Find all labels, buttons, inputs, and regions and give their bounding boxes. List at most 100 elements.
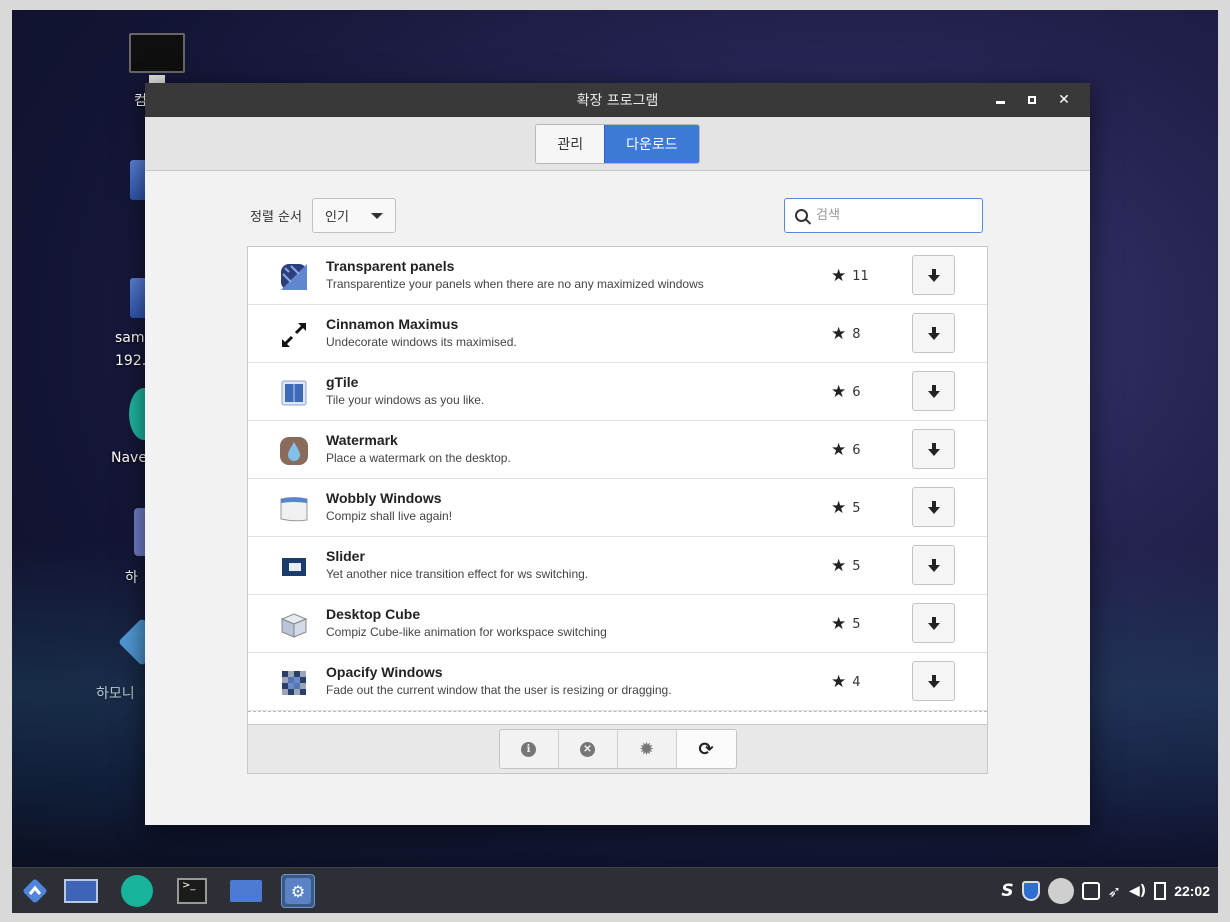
extension-rating: ★ 8 [831, 324, 861, 344]
list-actions: i ✕ ✹ ⟳ [498, 729, 737, 769]
extension-rating: ★ 5 [831, 556, 861, 576]
tab-download[interactable]: 다운로드 [604, 124, 699, 163]
extension-title: Wobbly Windows [326, 490, 442, 506]
star-icon: ★ [831, 556, 847, 576]
extension-rating: ★ 6 [831, 440, 861, 460]
extension-row[interactable]: Desktop Cube Compiz Cube-like animation f… [248, 595, 987, 653]
extension-description: Yet another nice transition effect for w… [326, 567, 589, 581]
search-box[interactable] [784, 198, 983, 233]
install-button[interactable] [912, 313, 955, 353]
remove-icon: ✕ [580, 741, 595, 757]
sort-dropdown[interactable]: 인기 [311, 198, 396, 233]
download-arrow-icon [927, 384, 940, 398]
menu-button[interactable] [18, 874, 52, 908]
desktop-label-naver: Nave [111, 450, 147, 466]
star-icon: ★ [831, 266, 847, 286]
install-button[interactable] [912, 487, 955, 527]
search-input[interactable] [816, 208, 966, 223]
rating-count: 5 [852, 500, 861, 516]
download-arrow-icon [927, 500, 940, 514]
remove-button[interactable]: ✕ [559, 730, 618, 768]
terminal-icon: >_ [177, 878, 207, 904]
star-icon: ★ [831, 324, 847, 344]
screenshot-icon[interactable] [1081, 882, 1100, 900]
install-button[interactable] [912, 371, 955, 411]
user-avatar-icon[interactable] [1047, 878, 1074, 904]
extension-rating: ★ 5 [831, 498, 861, 518]
sort-selected-value: 인기 [324, 210, 349, 225]
extension-row[interactable]: gTile Tile your windows as you like. ★ 6 [248, 363, 987, 421]
window-controls: ✕ [984, 83, 1080, 117]
extension-text: Watermark Place a watermark on the deskto… [326, 432, 511, 465]
whale-browser-button[interactable] [120, 874, 154, 908]
download-arrow-icon [927, 558, 940, 572]
extension-rating: ★ 5 [831, 614, 861, 634]
info-icon: i [521, 741, 536, 757]
refresh-button[interactable]: ⟳ [676, 730, 736, 768]
watermark-icon [279, 436, 309, 466]
files-button[interactable] [229, 874, 263, 908]
volume-icon[interactable]: ◀) [1129, 883, 1146, 899]
extension-row[interactable]: Opacify Windows Fade out the current wind… [248, 653, 987, 711]
extension-text: Wobbly Windows Compiz shall live again! [326, 490, 452, 523]
extension-description: Place a watermark on the desktop. [326, 451, 511, 465]
desktop-label-samba: sam [115, 330, 145, 346]
extension-text: Cinnamon Maximus Undecorate windows its m… [326, 316, 517, 349]
extension-rating: ★ 6 [831, 382, 861, 402]
partially-visible-row [248, 711, 987, 724]
tab-manage[interactable]: 관리 [536, 124, 605, 163]
extension-row[interactable]: Watermark Place a watermark on the deskto… [248, 421, 987, 479]
extension-row[interactable]: Slider Yet another nice transition effect… [248, 537, 987, 595]
extension-description: Tile your windows as you like. [326, 393, 485, 407]
opacify-windows-icon [279, 668, 309, 698]
start-menu-icon [23, 879, 47, 903]
rating-count: 6 [852, 384, 861, 400]
minimize-button[interactable] [984, 83, 1016, 117]
titlebar[interactable]: 확장 프로그램 ✕ [145, 83, 1090, 117]
extension-title: Cinnamon Maximus [326, 316, 459, 332]
info-button[interactable]: i [500, 730, 559, 768]
close-icon: ✕ [1058, 92, 1070, 108]
extension-title: Watermark [326, 432, 398, 448]
whale-browser-icon [121, 875, 153, 907]
extension-rows: Transparent panels Transparentize your pa… [248, 247, 987, 724]
search-icon [795, 209, 808, 222]
extension-description: Compiz shall live again! [326, 509, 453, 523]
tray-s-icon[interactable]: S [1001, 881, 1013, 901]
show-desktop-button[interactable] [64, 874, 98, 908]
star-icon: ★ [831, 440, 847, 460]
window-title: 확장 프로그램 [576, 93, 659, 109]
close-button[interactable]: ✕ [1048, 83, 1080, 117]
view-switcher: 관리 다운로드 [535, 123, 700, 164]
desktop-label-ip: 192. [115, 353, 147, 369]
rating-count: 11 [852, 268, 869, 284]
extension-description: Undecorate windows its maximised. [326, 335, 517, 349]
install-button[interactable] [912, 429, 955, 469]
install-button[interactable] [912, 545, 955, 585]
rating-count: 5 [852, 558, 861, 574]
install-button[interactable] [912, 603, 955, 643]
install-button[interactable] [912, 255, 955, 295]
install-button[interactable] [912, 661, 955, 701]
settings-button[interactable]: ⚙ [281, 874, 315, 908]
computer-desktop-icon[interactable] [129, 33, 185, 83]
sort-label: 정렬 순서 [250, 210, 302, 225]
extension-description: Compiz Cube-like animation for workspace… [326, 625, 607, 639]
maximize-button[interactable] [1016, 83, 1048, 117]
battery-icon[interactable] [1154, 882, 1167, 900]
sort-row: 정렬 순서 인기 [250, 198, 396, 233]
maximize-icon [1028, 96, 1036, 104]
extension-row[interactable]: Transparent panels Transparentize your pa… [248, 247, 987, 305]
extension-row[interactable]: Cinnamon Maximus Undecorate windows its m… [248, 305, 987, 363]
shield-icon[interactable] [1021, 881, 1040, 901]
maximus-icon [279, 320, 309, 350]
extension-row[interactable]: Wobbly Windows Compiz shall live again! ★ 5 [248, 479, 987, 537]
extension-title: Opacify Windows [326, 664, 443, 680]
rating-count: 4 [852, 674, 861, 690]
network-icon[interactable]: ➶ [1108, 882, 1121, 901]
download-arrow-icon [927, 442, 940, 456]
configure-button[interactable]: ✹ [618, 730, 677, 768]
slider-icon [279, 552, 309, 582]
terminal-button[interactable]: >_ [175, 874, 209, 908]
clock[interactable]: 22:02 [1174, 883, 1210, 899]
